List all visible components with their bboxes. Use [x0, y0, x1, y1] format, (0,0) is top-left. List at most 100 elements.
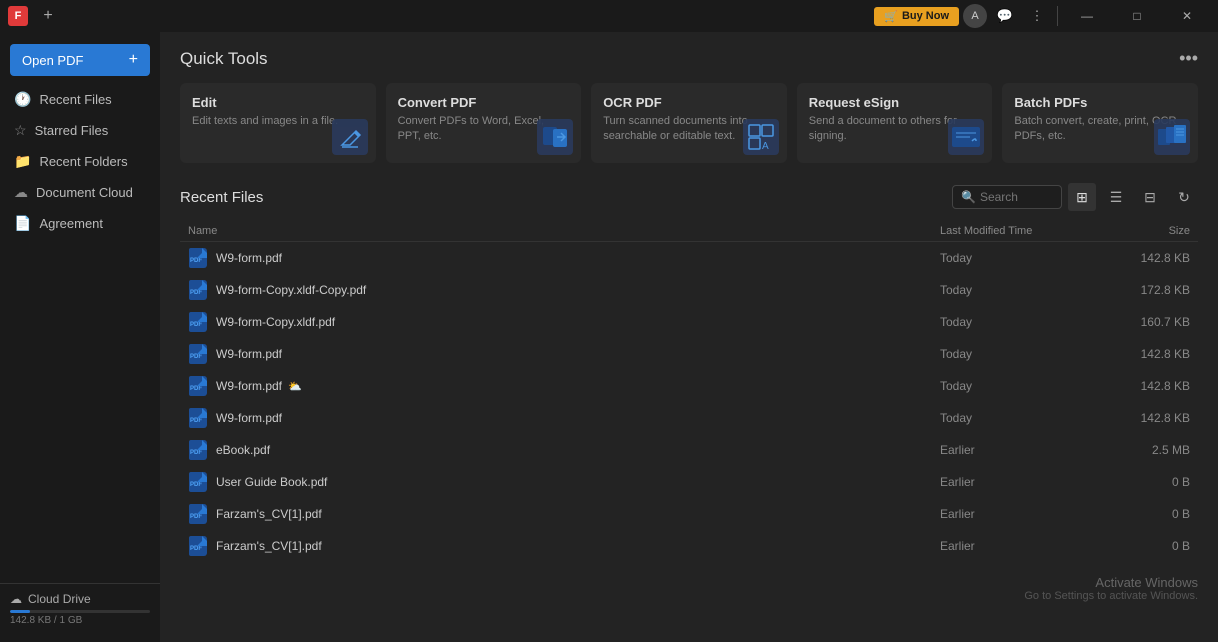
file-icon: PDF: [188, 344, 208, 364]
file-icon: PDF: [188, 504, 208, 524]
file-size: 0 B: [1100, 475, 1190, 489]
tool-card-batch-pdfs[interactable]: Batch PDFs Batch convert, create, print,…: [1002, 83, 1198, 163]
tool-card-edit[interactable]: Edit Edit texts and images in a file.: [180, 83, 376, 163]
file-table: Name Last Modified Time Size PDF W9-form…: [180, 221, 1198, 562]
svg-text:PDF: PDF: [190, 482, 202, 488]
file-modified-date: Earlier: [940, 443, 1100, 457]
file-size: 0 B: [1100, 507, 1190, 521]
new-tab-button[interactable]: +: [36, 4, 60, 28]
pdf-file-icon: PDF: [189, 408, 207, 428]
file-modified-date: Today: [940, 283, 1100, 297]
table-row[interactable]: PDF W9-form-Copy.xldf.pdf Today 160.7 KB: [180, 306, 1198, 338]
titlebar: F + 🛒 Buy Now A 💬 ⋮ — □ ✕: [0, 0, 1218, 32]
grid-view-button[interactable]: ⊞: [1068, 183, 1096, 211]
buy-now-button[interactable]: 🛒 Buy Now: [874, 7, 959, 26]
table-row[interactable]: PDF W9-form-Copy.xldf-Copy.pdf Today 172…: [180, 274, 1198, 306]
file-icon: PDF: [188, 312, 208, 332]
file-name: User Guide Book.pdf: [216, 475, 940, 489]
col-header-name: Name: [188, 225, 940, 237]
search-box[interactable]: 🔍: [952, 185, 1062, 209]
tool-card-ocr-pdf[interactable]: OCR PDF Turn scanned documents into sear…: [591, 83, 787, 163]
search-icon: 🔍: [961, 190, 976, 204]
cloud-icon: ☁: [14, 184, 28, 201]
file-modified-date: Earlier: [940, 507, 1100, 521]
app-logo: F: [8, 6, 28, 26]
table-row[interactable]: PDF User Guide Book.pdf Earlier 0 B: [180, 466, 1198, 498]
file-icon: PDF: [188, 472, 208, 492]
tool-esign-name: Request eSign: [809, 95, 981, 110]
open-pdf-button[interactable]: Open PDF +: [10, 44, 150, 76]
sidebar: Open PDF + 🕐 Recent Files ☆ Starred File…: [0, 32, 160, 642]
sidebar-item-starred-files[interactable]: ☆ Starred Files: [0, 115, 160, 146]
minimize-button[interactable]: —: [1064, 2, 1110, 30]
file-size: 142.8 KB: [1100, 411, 1190, 425]
pdf-file-icon: PDF: [189, 536, 207, 556]
col-header-modified: Last Modified Time: [940, 225, 1100, 237]
list-view-button[interactable]: ☰: [1102, 183, 1130, 211]
file-name: W9-form-Copy.xldf-Copy.pdf: [216, 283, 940, 297]
cloud-sync-icon: ⛅: [288, 380, 302, 393]
file-icon: PDF: [188, 440, 208, 460]
detail-view-button[interactable]: ⊟: [1136, 183, 1164, 211]
file-name: Farzam's_CV[1].pdf: [216, 539, 940, 553]
close-button[interactable]: ✕: [1164, 2, 1210, 30]
tool-convert-name: Convert PDF: [398, 95, 570, 110]
file-name: W9-form.pdf: [216, 251, 940, 265]
main-layout: Open PDF + 🕐 Recent Files ☆ Starred File…: [0, 32, 1218, 642]
file-icon: PDF: [188, 280, 208, 300]
sidebar-spacer: [0, 239, 160, 583]
divider: [1057, 6, 1058, 26]
doc-icon: 📄: [14, 215, 31, 232]
search-input[interactable]: [980, 190, 1060, 204]
recent-files-header: Recent Files 🔍 ⊞ ☰ ⊟ ↻: [180, 183, 1198, 211]
star-icon: ☆: [14, 122, 27, 139]
sidebar-item-recent-files[interactable]: 🕐 Recent Files: [0, 84, 160, 115]
titlebar-right: 🛒 Buy Now A 💬 ⋮ — □ ✕: [874, 2, 1210, 30]
table-row[interactable]: PDF Farzam's_CV[1].pdf Earlier 0 B: [180, 530, 1198, 562]
table-row[interactable]: PDF Farzam's_CV[1].pdf Earlier 0 B: [180, 498, 1198, 530]
maximize-button[interactable]: □: [1114, 2, 1160, 30]
pdf-file-icon: PDF: [189, 280, 207, 300]
pdf-file-icon: PDF: [189, 376, 207, 396]
tool-edit-name: Edit: [192, 95, 364, 110]
pdf-file-icon: PDF: [189, 504, 207, 524]
content-area: Quick Tools ••• Edit Edit texts and imag…: [160, 32, 1218, 642]
file-modified-date: Today: [940, 411, 1100, 425]
clock-icon: 🕐: [14, 91, 31, 108]
file-name: W9-form.pdf ⛅: [216, 379, 940, 393]
esign-tool-icon: [948, 119, 984, 155]
pdf-file-icon: PDF: [189, 440, 207, 460]
ocr-tool-icon: A: [743, 119, 779, 155]
file-name: W9-form.pdf: [216, 347, 940, 361]
tool-card-request-esign[interactable]: Request eSign Send a document to others …: [797, 83, 993, 163]
file-size: 142.8 KB: [1100, 379, 1190, 393]
batch-tool-icon: [1154, 119, 1190, 155]
tool-batch-name: Batch PDFs: [1014, 95, 1186, 110]
table-row[interactable]: PDF W9-form.pdf Today 142.8 KB: [180, 338, 1198, 370]
quick-tools-header: Quick Tools •••: [180, 48, 1198, 69]
file-icon: PDF: [188, 536, 208, 556]
menu-icon[interactable]: ⋮: [1023, 2, 1051, 30]
svg-text:PDF: PDF: [190, 546, 202, 552]
col-header-size: Size: [1100, 225, 1190, 237]
table-row[interactable]: PDF W9-form.pdf ⛅ Today 142.8 KB: [180, 370, 1198, 402]
table-row[interactable]: PDF W9-form.pdf Today 142.8 KB: [180, 242, 1198, 274]
sidebar-item-agreement[interactable]: 📄 Agreement: [0, 208, 160, 239]
file-modified-date: Today: [940, 347, 1100, 361]
chat-icon[interactable]: 💬: [991, 2, 1019, 30]
table-row[interactable]: PDF eBook.pdf Earlier 2.5 MB: [180, 434, 1198, 466]
file-size: 0 B: [1100, 539, 1190, 553]
tool-card-convert-pdf[interactable]: Convert PDF Convert PDFs to Word, Excel,…: [386, 83, 582, 163]
more-options-button[interactable]: •••: [1179, 48, 1198, 69]
avatar[interactable]: A: [963, 4, 987, 28]
svg-text:PDF: PDF: [190, 450, 202, 456]
svg-text:PDF: PDF: [190, 386, 202, 392]
file-icon: PDF: [188, 376, 208, 396]
refresh-button[interactable]: ↻: [1170, 183, 1198, 211]
sidebar-item-document-cloud[interactable]: ☁ Document Cloud: [0, 177, 160, 208]
svg-text:PDF: PDF: [190, 418, 202, 424]
sidebar-item-recent-folders[interactable]: 📁 Recent Folders: [0, 146, 160, 177]
file-name: W9-form-Copy.xldf.pdf: [216, 315, 940, 329]
file-controls: 🔍 ⊞ ☰ ⊟ ↻: [952, 183, 1198, 211]
table-row[interactable]: PDF W9-form.pdf Today 142.8 KB: [180, 402, 1198, 434]
